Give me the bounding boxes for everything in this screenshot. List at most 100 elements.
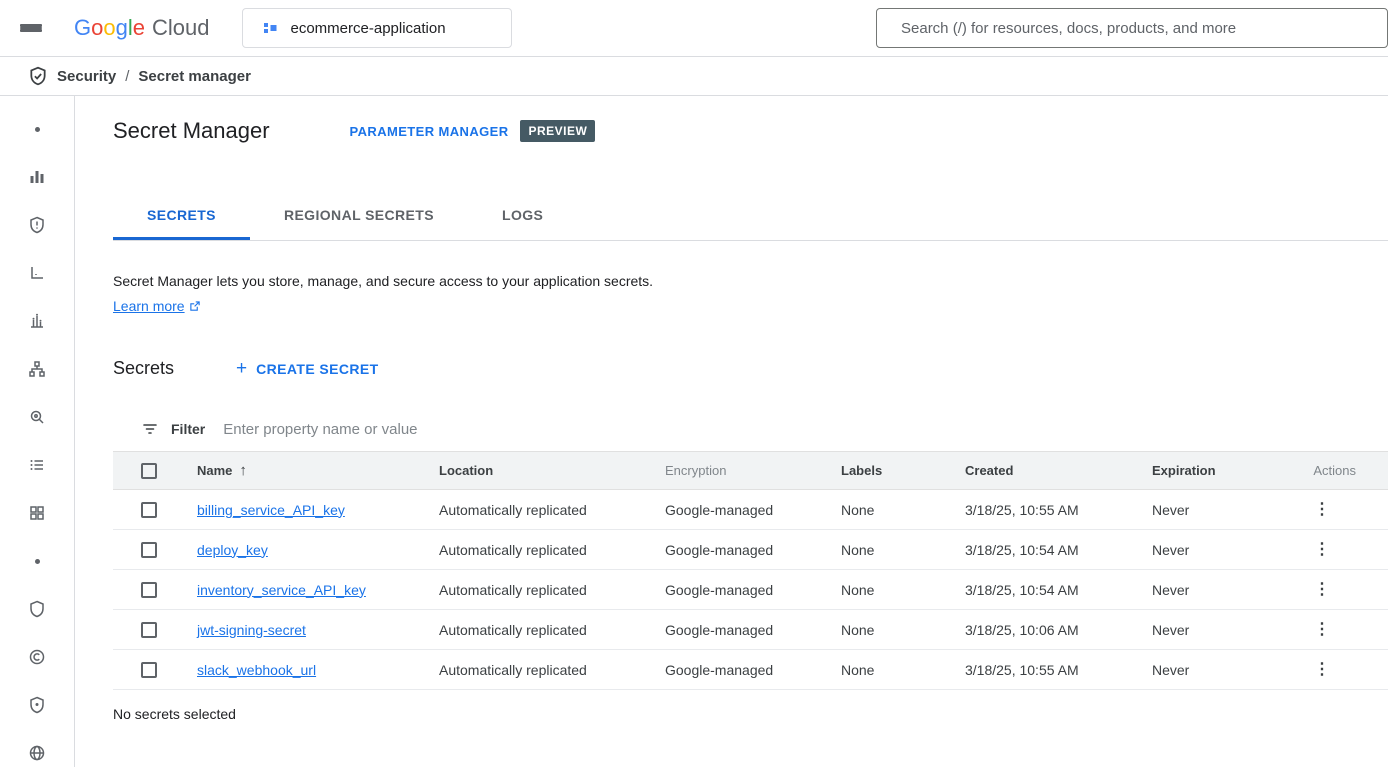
sidebar-item-14[interactable] [28,744,46,762]
parameter-manager-link[interactable]: PARAMETER MANAGER [350,124,509,139]
filter-label: Filter [171,421,205,437]
tab-secrets[interactable]: SECRETS [113,192,250,240]
encryption-cell: Google-managed [665,530,841,570]
list-icon [28,456,46,474]
search-gear-icon [28,408,46,426]
location-cell: Automatically replicated [439,490,665,530]
tab-bar: SECRETS REGIONAL SECRETS LOGS [113,192,1388,241]
sidebar-item-13[interactable] [28,696,46,714]
table-row: billing_service_API_key Automatically re… [113,490,1388,530]
logo-letter: g [116,15,128,41]
sidebar-item-2[interactable] [28,168,46,186]
labels-cell: None [841,650,965,690]
selection-status-text: No secrets selected [113,706,1388,722]
preview-badge: PREVIEW [520,120,595,142]
dot-icon [35,559,40,564]
column-header-labels: Labels [841,452,965,490]
menu-button[interactable] [20,16,48,40]
created-cell: 3/18/25, 10:55 AM [965,650,1152,690]
sidebar-item-6[interactable] [28,360,46,378]
created-cell: 3/18/25, 10:54 AM [965,570,1152,610]
select-all-checkbox[interactable] [141,463,157,479]
sidebar-item-1[interactable] [28,120,46,138]
row-actions-button[interactable]: ⋮ [1308,660,1336,680]
tab-logs[interactable]: LOGS [468,192,577,240]
column-header-name[interactable]: Name↑ [197,452,439,490]
sidebar-item-7[interactable] [28,408,46,426]
created-cell: 3/18/25, 10:54 AM [965,530,1152,570]
column-header-encryption: Encryption [665,452,841,490]
sidebar-item-3[interactable] [28,216,46,234]
grid-icon [28,504,46,522]
breadcrumb-security[interactable]: Security [57,68,116,85]
circle-c-icon [28,648,46,666]
secret-name-link[interactable]: jwt-signing-secret [197,622,306,638]
secret-name-link[interactable]: slack_webhook_url [197,662,316,678]
sidebar-item-5[interactable] [28,312,46,330]
table-row: inventory_service_API_key Automatically … [113,570,1388,610]
column-header-actions: Actions [1290,452,1388,490]
sidebar-item-8[interactable] [28,456,46,474]
secret-name-link[interactable]: deploy_key [197,542,268,558]
tab-regional-secrets[interactable]: REGIONAL SECRETS [250,192,468,240]
row-checkbox[interactable] [141,622,157,638]
location-cell: Automatically replicated [439,650,665,690]
table-row: slack_webhook_url Automatically replicat… [113,650,1388,690]
global-search [876,8,1388,48]
row-actions-button[interactable]: ⋮ [1308,620,1336,640]
learn-more-label: Learn more [113,298,185,314]
page-description: Secret Manager lets you store, manage, a… [113,271,1388,291]
location-cell: Automatically replicated [439,570,665,610]
sidebar-item-12[interactable] [28,648,46,666]
learn-more-link[interactable]: Learn more [113,298,201,314]
row-checkbox[interactable] [141,662,157,678]
globe-shield-icon [28,744,46,762]
create-secret-button[interactable]: + CREATE SECRET [236,359,379,378]
created-cell: 3/18/25, 10:55 AM [965,490,1152,530]
row-checkbox[interactable] [141,542,157,558]
more-vert-icon: ⋮ [1314,661,1330,678]
table-row: deploy_key Automatically replicated Goog… [113,530,1388,570]
plus-icon: + [236,359,247,378]
sidebar-item-11[interactable] [28,600,46,618]
expiration-cell: Never [1152,570,1290,610]
row-checkbox[interactable] [141,582,157,598]
encryption-cell: Google-managed [665,610,841,650]
sidebar-item-9[interactable] [28,504,46,522]
search-input[interactable] [901,20,1371,37]
column-header-created: Created [965,452,1152,490]
hierarchy-icon [28,360,46,378]
expiration-cell: Never [1152,650,1290,690]
logo-letter: o [103,15,115,41]
project-selector[interactable]: ecommerce-application [242,8,512,48]
location-cell: Automatically replicated [439,610,665,650]
row-actions-button[interactable]: ⋮ [1308,540,1336,560]
secret-name-link[interactable]: inventory_service_API_key [197,582,366,598]
row-actions-button[interactable]: ⋮ [1308,500,1336,520]
filter-input[interactable] [223,421,1388,438]
sidebar-item-4[interactable] [28,264,46,282]
bar-chart-icon [28,312,46,330]
row-actions-button[interactable]: ⋮ [1308,580,1336,600]
encryption-cell: Google-managed [665,490,841,530]
row-checkbox[interactable] [141,502,157,518]
shield-icon [28,600,46,618]
bar-grid-icon [28,168,46,186]
encryption-cell: Google-managed [665,650,841,690]
project-name: ecommerce-application [291,20,446,37]
logo-letter: e [133,15,145,41]
created-cell: 3/18/25, 10:06 AM [965,610,1152,650]
external-link-icon [189,300,201,312]
more-vert-icon: ⋮ [1314,581,1330,598]
filter-icon [141,420,159,438]
secret-name-link[interactable]: billing_service_API_key [197,502,345,518]
shield-dot-icon [28,696,46,714]
sidebar-item-10[interactable] [28,552,46,570]
shield-alert-icon [28,216,46,234]
column-header-location: Location [439,452,665,490]
logo-letter: o [91,15,103,41]
breadcrumb-separator: / [125,68,129,85]
expiration-cell: Never [1152,610,1290,650]
project-icon [261,19,279,37]
create-secret-label: CREATE SECRET [256,361,378,377]
